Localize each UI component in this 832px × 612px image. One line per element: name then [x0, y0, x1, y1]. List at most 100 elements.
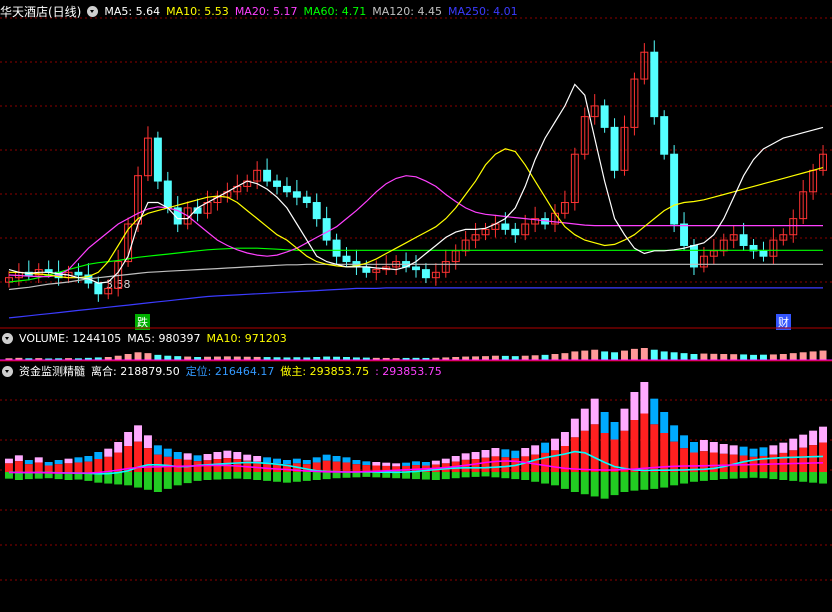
fund-bar-negative	[759, 472, 768, 479]
fund-bar-negative	[779, 472, 788, 480]
price-legend: 华天酒店(日线) MA5: 5.64 MA10: 5.53 MA20: 5.17 MA…	[0, 2, 524, 20]
fund-bar-top	[610, 422, 619, 440]
fund-bar-top	[372, 462, 381, 466]
volume-bar	[660, 351, 668, 360]
volume-bar	[650, 349, 658, 360]
fund-labels: 资金监测精髓 离合: 218879.50 定位: 216464.17 做主: 2938…	[19, 363, 448, 379]
fund-bar-top	[302, 460, 311, 465]
fund-bar-top	[461, 453, 470, 460]
fund-bar-negative	[153, 472, 162, 492]
fund-bar-negative	[769, 472, 778, 480]
fund-bar-top	[253, 456, 262, 462]
volume-bar	[501, 355, 509, 360]
fund-bar-top	[620, 408, 629, 431]
chevron-down-icon[interactable]	[2, 332, 13, 344]
fund-bar-negative	[551, 472, 559, 486]
candle-down	[153, 137, 162, 182]
fund-bar-top	[511, 450, 520, 459]
fund-bar-positive	[789, 450, 798, 472]
fund-bar-negative	[243, 472, 252, 480]
fund-bar-top	[114, 442, 123, 453]
volume-bar	[750, 354, 758, 360]
fund-bar-negative	[580, 472, 589, 495]
candle-down	[332, 239, 341, 257]
volume-label-2: MA10: 971203	[206, 331, 287, 345]
fund-bar-top	[322, 454, 331, 461]
chevron-down-icon[interactable]	[2, 365, 13, 377]
volume-bar	[144, 353, 152, 360]
fund-bar-positive	[551, 450, 559, 472]
fund-bar-positive	[481, 457, 490, 472]
fund-bar-negative	[789, 472, 798, 481]
candle-down	[670, 153, 679, 225]
fund-label-1: 离合: 218879.50	[91, 365, 180, 378]
fund-bar-negative	[163, 472, 172, 489]
fund-bar-top	[600, 412, 609, 433]
candle-down	[273, 180, 281, 187]
stock-chart[interactable]	[0, 0, 832, 612]
fund-bar-negative	[501, 472, 510, 479]
candle-down	[94, 282, 103, 295]
ma-label-0: MA5: 5.64	[104, 4, 161, 18]
fund-bar-positive	[779, 452, 788, 472]
volume-bar	[164, 355, 172, 360]
fund-bar-positive	[541, 452, 550, 472]
fund-bar-top	[352, 460, 361, 465]
fund-bar-top	[382, 462, 391, 466]
fund-bar-positive	[64, 463, 73, 472]
fund-bar-negative	[421, 472, 430, 480]
fund-bar-negative	[302, 472, 311, 481]
fund-bar-top	[4, 458, 13, 464]
fund-bar-negative	[412, 472, 420, 480]
candle-down	[412, 266, 420, 271]
fund-bar-top	[521, 448, 530, 457]
chevron-down-icon[interactable]	[87, 5, 99, 17]
fund-bar-negative	[402, 472, 411, 479]
fund-bar-top	[799, 434, 808, 448]
fund-bar-top	[143, 435, 152, 449]
fund-bar-top	[769, 445, 778, 455]
volume-label-1: MA5: 980397	[127, 331, 201, 345]
fund-bar-negative	[511, 472, 520, 480]
volume-bar	[124, 354, 132, 360]
candle-down	[421, 269, 430, 279]
stock-title: 华天酒店(日线)	[0, 4, 82, 19]
volume-bar	[769, 354, 777, 360]
fund-bar-positive	[670, 441, 679, 472]
fund-bar-negative	[134, 472, 142, 488]
fund-bar-negative	[143, 472, 152, 490]
fund-bar-negative	[719, 472, 728, 480]
fund-legend: 资金监测精髓 离合: 218879.50 定位: 216464.17 做主: 2938…	[0, 362, 448, 380]
fund-bar-negative	[600, 472, 609, 499]
fund-bar-top	[640, 382, 649, 414]
volume-bar	[561, 353, 569, 360]
volume-bar	[799, 352, 807, 360]
fund-bar-top	[104, 448, 113, 457]
fund-bar-negative	[193, 472, 202, 481]
fund-bar-negative	[531, 472, 540, 482]
volume-bar	[521, 355, 529, 360]
fund-bar-top	[779, 442, 788, 453]
fund-bar-negative	[699, 472, 708, 481]
volume-bar	[154, 354, 162, 360]
fund-bar-top	[471, 452, 480, 459]
fund-bar-negative	[342, 472, 351, 478]
fund-bar-negative	[690, 472, 698, 482]
fund-bar-negative	[739, 472, 748, 479]
fund-bar-top	[94, 452, 103, 459]
fund-bar-top	[431, 460, 440, 465]
fund-bar-top	[273, 458, 281, 464]
fund-bar-positive	[74, 462, 83, 472]
fund-bar-top	[84, 456, 93, 462]
fund-bar-top	[481, 450, 490, 458]
fund-bar-positive	[84, 461, 93, 472]
volume-bar	[809, 351, 817, 360]
fund-bar-top	[292, 458, 301, 464]
fund-bar-top	[809, 430, 818, 446]
fund-bar-negative	[114, 472, 123, 485]
fund-bar-positive	[620, 430, 629, 472]
fund-bar-negative	[273, 472, 281, 482]
fund-bar-positive	[650, 424, 659, 472]
fund-bar-negative	[312, 472, 321, 480]
volume-bar	[730, 354, 738, 360]
